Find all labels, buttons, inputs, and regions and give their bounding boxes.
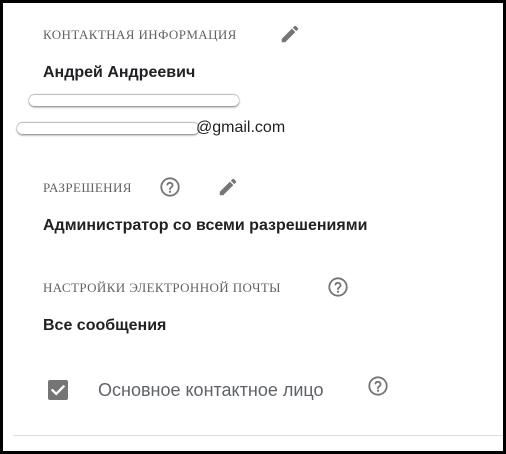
email-settings-value: Все сообщения <box>43 317 167 334</box>
checkmark-icon <box>50 384 66 396</box>
primary-contact-help-icon[interactable] <box>367 375 389 397</box>
permissions-label: РАЗРЕШЕНИЯ <box>43 180 132 195</box>
permissions-value: Администратор со всеми разрешениями <box>43 217 368 234</box>
permissions-help-icon[interactable] <box>159 176 181 198</box>
edit-contact-pencil-icon[interactable] <box>279 23 301 45</box>
edit-permissions-pencil-icon[interactable] <box>217 176 239 198</box>
bottom-divider <box>13 435 503 436</box>
primary-contact-label: Основное контактное лицо <box>98 380 324 400</box>
contact-name: Андрей Андреевич <box>43 64 196 81</box>
contact-email: @gmail.com <box>196 119 286 136</box>
email-settings-label: НАСТРОЙКИ ЭЛЕКТРОННОЙ ПОЧТЫ <box>43 280 281 295</box>
email-redaction <box>17 123 199 134</box>
contact-info-label: КОНТАКТНАЯ ИНФОРМАЦИЯ <box>43 27 237 42</box>
contact-details-panel: КОНТАКТНАЯ ИНФОРМАЦИЯ Андрей Андреевич @… <box>0 0 506 454</box>
email-settings-help-icon[interactable] <box>327 276 349 298</box>
phone-redaction <box>29 95 239 106</box>
primary-contact-checkbox[interactable] <box>48 380 68 400</box>
